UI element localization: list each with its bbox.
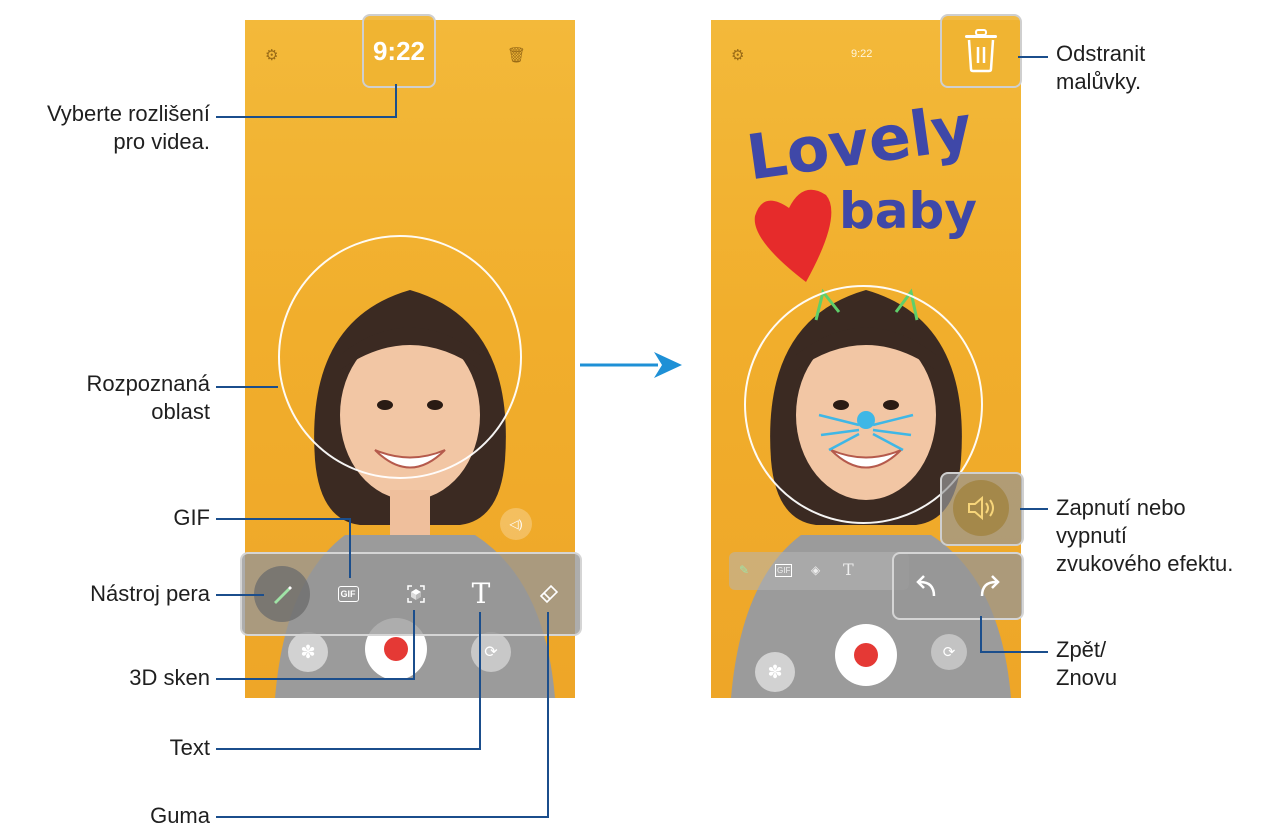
3d-scan-icon — [407, 585, 425, 603]
redo-icon — [980, 575, 1000, 597]
sound-button-faint[interactable]: ◁) — [500, 508, 532, 540]
leader-line — [216, 518, 350, 520]
time-display: 9:22 — [372, 35, 426, 66]
text-icon[interactable]: T — [843, 560, 854, 579]
leader-line — [1020, 508, 1048, 510]
drawing-toolbar: GIF T — [240, 552, 582, 636]
leader-line — [980, 651, 1048, 653]
leader-line — [980, 616, 982, 652]
trash-icon — [965, 29, 997, 73]
leader-line — [413, 610, 415, 680]
3d-scan-icon[interactable]: ◈ — [811, 563, 820, 577]
leader-line — [395, 84, 397, 118]
leader-line — [1018, 56, 1048, 58]
redo-button[interactable] — [972, 568, 1008, 604]
3d-scan-tool[interactable] — [402, 580, 430, 608]
gif-tool[interactable]: GIF — [334, 580, 362, 608]
leader-line — [216, 816, 548, 818]
leader-line — [547, 612, 549, 818]
eraser-icon — [539, 584, 559, 604]
effect-button[interactable]: ✽ — [755, 652, 795, 692]
leader-line — [479, 612, 481, 750]
gif-icon[interactable]: GIF — [775, 564, 793, 577]
callout-pen-tool: Nástroj pera — [90, 581, 210, 606]
delete-drawings-highlight[interactable] — [940, 14, 1022, 88]
undo-icon — [916, 575, 936, 597]
effect-button[interactable]: ✽ — [288, 632, 328, 672]
switch-camera-button[interactable]: ⟳ — [471, 632, 511, 672]
callout-delete-drawings: Odstranit malůvky. — [1056, 41, 1146, 94]
gif-icon: GIF — [337, 586, 359, 602]
undo-button[interactable] — [908, 568, 944, 604]
pen-icon[interactable]: ✎ — [739, 563, 749, 577]
transition-arrow — [580, 352, 682, 378]
callout-undo-redo: Zpět/ Znovu — [1056, 637, 1118, 690]
undo-redo-highlight — [892, 552, 1024, 620]
callout-recognized-area: Rozpoznaná oblast — [86, 371, 210, 424]
leader-line — [216, 594, 264, 596]
callout-resolution: Vyberte rozlišení pro videa. — [46, 101, 210, 154]
leader-line — [216, 116, 396, 118]
leader-line — [349, 518, 351, 578]
pen-icon — [274, 586, 292, 604]
leader-line — [216, 748, 480, 750]
text-tool[interactable]: T — [464, 576, 498, 610]
text-icon: T — [471, 576, 491, 610]
callout-3d-scan: 3D sken — [129, 665, 210, 690]
speaker-icon — [968, 495, 994, 521]
callout-eraser: Guma — [150, 803, 210, 828]
record-button[interactable] — [835, 624, 897, 686]
callout-gif: GIF — [173, 505, 210, 530]
sound-effect-highlight — [940, 472, 1024, 546]
sound-toggle-button[interactable] — [953, 480, 1009, 536]
time-highlight[interactable]: 9:22 — [362, 14, 436, 88]
leader-line — [216, 678, 414, 680]
leader-line — [216, 386, 278, 388]
recognized-area-circle — [278, 235, 522, 479]
switch-camera-button[interactable]: ⟳ — [931, 634, 967, 670]
callout-text: Text — [169, 735, 210, 760]
callout-sound-effect: Zapnutí nebo vypnutí zvukového efektu. — [1056, 495, 1234, 576]
eraser-tool[interactable] — [534, 578, 564, 608]
drawing-toolbar-faded: ✎ GIF ◈ T — [729, 552, 909, 590]
